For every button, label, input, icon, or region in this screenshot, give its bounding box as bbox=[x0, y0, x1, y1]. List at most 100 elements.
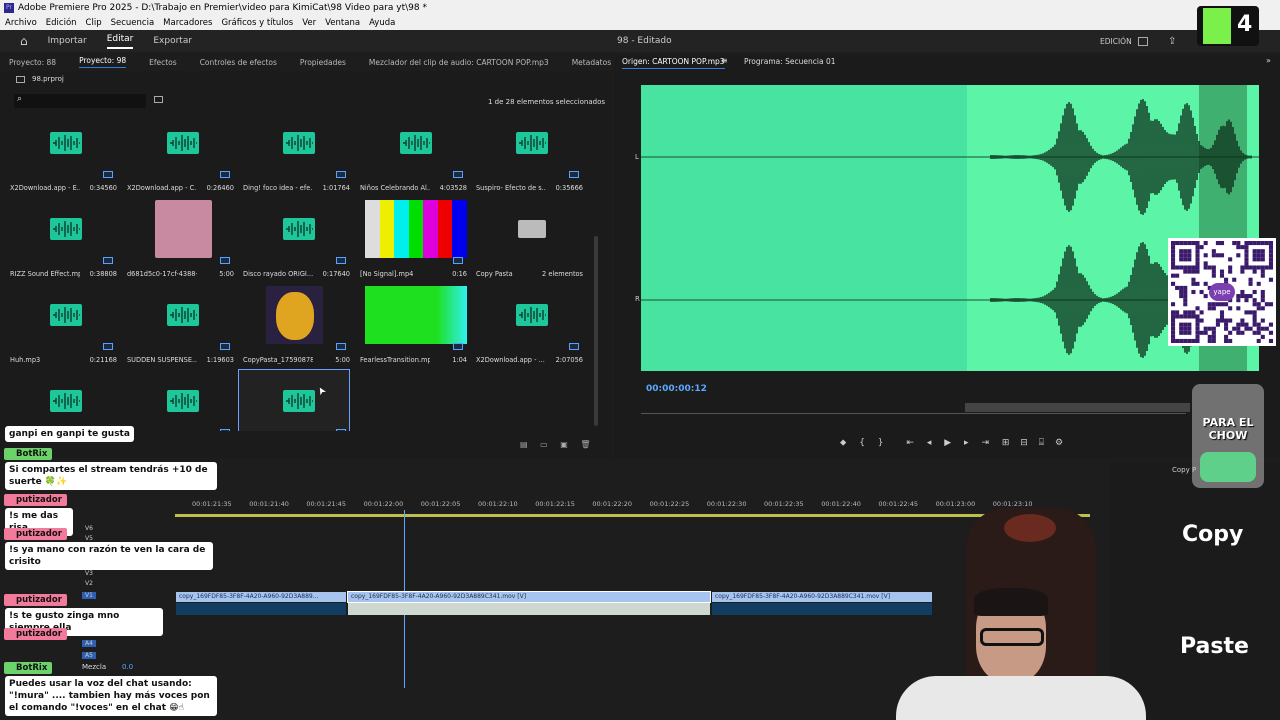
item-duration: 0:26460 bbox=[206, 184, 234, 192]
search-input[interactable]: ⌕ bbox=[14, 94, 146, 108]
tab-proyecto-98[interactable]: Proyecto: 98 bbox=[79, 56, 127, 68]
item-duration: 0:16 bbox=[452, 270, 467, 278]
nav-exportar[interactable]: Exportar bbox=[153, 36, 192, 46]
clip-type-badge bbox=[336, 171, 346, 178]
media-item[interactable]: EFECTO DE SONIDO...0:15360 bbox=[5, 369, 117, 431]
ruler-tick-label: 00:01:22:00 bbox=[363, 500, 404, 508]
overwrite-icon[interactable]: ⊟ bbox=[1020, 438, 1028, 448]
expand-icon[interactable]: » bbox=[1266, 56, 1271, 65]
media-item[interactable]: CARTOON POP.mp30:11942 bbox=[238, 369, 350, 431]
nav-editar[interactable]: Editar bbox=[106, 34, 134, 49]
selection-status: 1 de 28 elementos seleccionados bbox=[488, 98, 606, 106]
trash-icon[interactable]: 🗑 bbox=[580, 440, 590, 449]
step-back-icon[interactable]: ◂ bbox=[927, 438, 932, 448]
menu-ayuda[interactable]: Ayuda bbox=[369, 18, 395, 28]
play-icon[interactable]: ▶ bbox=[944, 438, 951, 448]
menu-ventana[interactable]: Ventana bbox=[325, 18, 360, 28]
source-timecode[interactable]: 00:00:00:12 bbox=[646, 384, 707, 394]
home-icon[interactable]: ⌂ bbox=[20, 34, 28, 48]
tab-metadatos[interactable]: Metadatos bbox=[572, 58, 611, 67]
mark-out-icon[interactable]: } bbox=[878, 438, 884, 448]
item-name: SUDDEN SUSPENSE... bbox=[127, 356, 197, 364]
media-item[interactable]: [No Signal].mp4 0:16 bbox=[355, 197, 468, 281]
marker-icon[interactable]: ⬥ bbox=[840, 438, 846, 448]
new-item-icon[interactable]: ▣ bbox=[560, 440, 568, 449]
nav-importar[interactable]: Importar bbox=[48, 36, 87, 46]
item-name: X2Download.app - ... bbox=[476, 356, 545, 364]
clip-type-badge bbox=[220, 257, 230, 264]
insert-icon[interactable]: ⊞ bbox=[1002, 438, 1010, 448]
menu-graficos[interactable]: Gráficos y títulos bbox=[221, 18, 293, 28]
menu-clip[interactable]: Clip bbox=[86, 18, 102, 28]
chat-message: ganpi en ganpi te gusta bbox=[5, 426, 134, 442]
clip-2[interactable]: copy_169FDF85-3F8F-4A20-A960-92D3A889C34… bbox=[347, 591, 711, 603]
menu-secuencia[interactable]: Secuencia bbox=[111, 18, 155, 28]
media-item[interactable]: X2Download.app - C... 0:26460 bbox=[122, 111, 234, 195]
menu-archivo[interactable]: Archivo bbox=[5, 18, 37, 28]
media-item[interactable]: FearlessTransition.mp4 1:04 bbox=[355, 283, 467, 367]
media-item[interactable]: X2Download.app - E... 0:34560 bbox=[5, 111, 117, 195]
audio-clip-2[interactable] bbox=[348, 603, 710, 615]
tab-proyecto-88[interactable]: Proyecto: 88 bbox=[9, 58, 56, 67]
tab-propiedades[interactable]: Propiedades bbox=[300, 58, 346, 67]
workspace-label[interactable]: EDICIÓN bbox=[1100, 37, 1132, 46]
ruler-tick-label: 00:01:22:20 bbox=[592, 500, 633, 508]
media-item[interactable]: RIZZ Sound Effect.mp3 0:38808 bbox=[5, 197, 117, 281]
shirt bbox=[896, 676, 1146, 720]
mix-value[interactable]: 0.0 bbox=[122, 663, 133, 671]
scrollbar[interactable] bbox=[594, 236, 598, 426]
new-bin-footer-icon[interactable]: ▭ bbox=[540, 440, 548, 449]
copy-label[interactable]: Copy bbox=[1182, 522, 1243, 547]
menu-marcadores[interactable]: Marcadores bbox=[163, 18, 212, 28]
media-item[interactable]: CopyPasta_1759087811... 5:00 bbox=[238, 283, 350, 367]
audio-waveform[interactable]: L R bbox=[635, 85, 1259, 371]
media-item[interactable]: Niños Celebrando Al... 4:03528 bbox=[355, 111, 467, 195]
premiere-logo-icon: Pr bbox=[4, 3, 14, 13]
media-item[interactable]: Suspiro- Efecto de s... 0:35666 bbox=[471, 111, 583, 195]
audio-file-icon bbox=[15, 372, 117, 430]
menu-edicion[interactable]: Edición bbox=[46, 18, 77, 28]
tab-efectos[interactable]: Efectos bbox=[149, 58, 177, 67]
media-item[interactable]: Disco rayado ORIGI... 0:17640 bbox=[238, 197, 350, 281]
clip-type-badge bbox=[453, 171, 463, 178]
settings-icon[interactable]: ⚙ bbox=[1055, 438, 1063, 448]
media-item[interactable]: X2Download.app - ... 2:07056 bbox=[471, 283, 583, 367]
tab-source[interactable]: Origen: CARTOON POP.mp3 bbox=[622, 57, 725, 69]
audio-file-icon bbox=[248, 200, 350, 258]
item-duration: 1:01764 bbox=[322, 184, 350, 192]
audio-clip-1[interactable] bbox=[176, 603, 346, 615]
media-item[interactable]: SUDDEN SUSPENSE... 1:19603 bbox=[122, 283, 234, 367]
menu-ver[interactable]: Ver bbox=[302, 18, 316, 28]
media-item[interactable]: Huh.mp3 0:21168 bbox=[5, 283, 117, 367]
panel-icon[interactable] bbox=[1138, 36, 1148, 46]
menu-bar: Archivo Edición Clip Secuencia Marcadore… bbox=[0, 16, 1280, 30]
chair-emblem bbox=[1004, 514, 1056, 542]
waveform-graph bbox=[641, 99, 1259, 358]
clip-type-badge bbox=[220, 171, 230, 178]
mark-in-icon[interactable]: { bbox=[859, 438, 865, 448]
media-item[interactable]: d681d5c0-17cf-4388-90... 5:00 bbox=[122, 197, 234, 281]
audio-file-icon bbox=[481, 114, 583, 172]
step-forward-icon[interactable]: ▸ bbox=[964, 438, 969, 448]
chat-username: BotRix bbox=[4, 448, 53, 460]
share-icon[interactable]: ⇪ bbox=[1168, 36, 1176, 47]
media-item[interactable]: Copy Pasta 2 elementos bbox=[471, 197, 583, 281]
clip-type-badge bbox=[453, 257, 463, 264]
qr-label: yape bbox=[1209, 283, 1235, 301]
zoom-scroll[interactable] bbox=[965, 403, 1190, 412]
clip-1[interactable]: copy_169FDF85-3F8F-4A20-A960-92D3A889... bbox=[176, 592, 346, 602]
list-view-icon[interactable]: ▤ bbox=[520, 440, 528, 449]
media-item[interactable]: hmm aldeano mine...0:36520 bbox=[122, 369, 234, 431]
menu-icon[interactable]: ≡ bbox=[721, 56, 728, 65]
media-item[interactable]: Ding! foco idea - efe... 1:01764 bbox=[238, 111, 350, 195]
camera-icon[interactable]: ⌸ bbox=[1039, 438, 1044, 448]
folder-icon bbox=[16, 76, 25, 83]
go-in-icon[interactable]: ⇤ bbox=[906, 438, 914, 448]
go-out-icon[interactable]: ⇥ bbox=[981, 438, 989, 448]
item-duration: 5:00 bbox=[335, 356, 350, 364]
new-bin-icon[interactable] bbox=[154, 96, 163, 103]
paste-label[interactable]: Paste bbox=[1180, 634, 1249, 659]
tab-controles-efectos[interactable]: Controles de efectos bbox=[200, 58, 277, 67]
tab-mezclador[interactable]: Mezclador del clip de audio: CARTOON POP… bbox=[369, 58, 549, 67]
tab-program[interactable]: Programa: Secuencia 01 bbox=[744, 57, 836, 66]
